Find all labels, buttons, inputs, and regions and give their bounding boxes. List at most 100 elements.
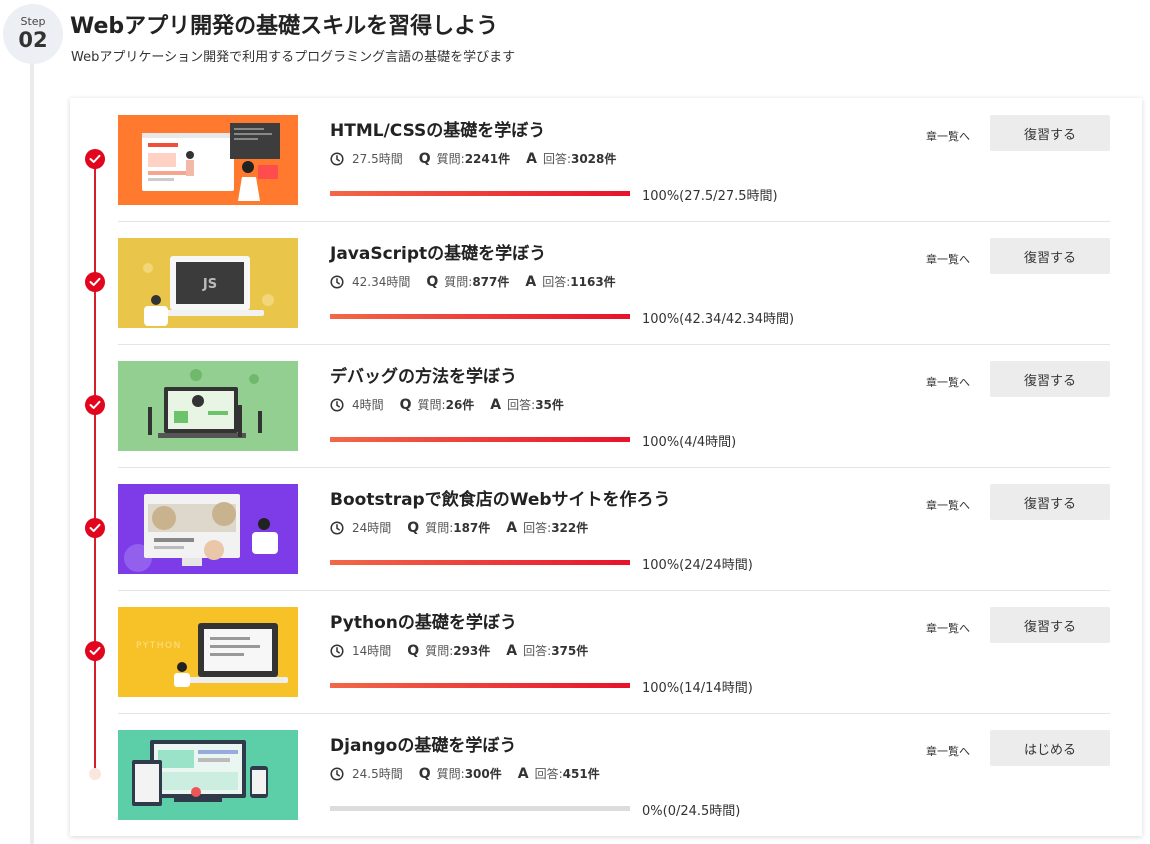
- course-thumbnail[interactable]: [118, 361, 298, 451]
- answers-label: 回答:: [542, 152, 571, 166]
- progress-bar: [330, 437, 630, 442]
- step-rail: [30, 60, 34, 844]
- timeline-line: [94, 160, 96, 774]
- step-badge: Step 02: [3, 4, 63, 64]
- course-hours: 24.5時間: [352, 767, 403, 781]
- questions-label: 質問:: [436, 767, 465, 781]
- review-button[interactable]: 復習する: [990, 115, 1110, 151]
- check-circle-icon: [85, 641, 105, 661]
- course-meta: 27.5時間 Q 質問: 2241件 A 回答: 3028件: [330, 150, 632, 167]
- questions-label: 質問:: [425, 521, 454, 535]
- step-title: Webアプリ開発の基礎スキルを習得しよう: [70, 14, 499, 39]
- js-thumb-label: JS: [202, 277, 217, 292]
- course-hours: 27.5時間: [352, 152, 403, 166]
- course-title[interactable]: JavaScriptの基礎を学ぼう: [330, 239, 546, 264]
- answer-icon: A: [506, 642, 518, 659]
- answer-icon: A: [526, 150, 537, 167]
- course-thumbnail[interactable]: [118, 730, 298, 820]
- review-button[interactable]: 復習する: [990, 607, 1110, 643]
- progress-text: 100%(24/24時間): [642, 558, 753, 573]
- python-thumb-label: PYTHON: [136, 641, 182, 651]
- clock-icon: [330, 397, 344, 412]
- course-meta: 42.34時間 Q 質問: 877件 A 回答: 1163件: [330, 273, 632, 290]
- progress-text: 100%(27.5/27.5時間): [642, 189, 778, 204]
- progress-bar: [330, 191, 630, 196]
- check-circle-icon: [85, 149, 105, 169]
- answers-count: 322件: [551, 521, 589, 535]
- chapter-list-link[interactable]: 章一覧へ: [926, 251, 970, 267]
- review-button[interactable]: 復習する: [990, 361, 1110, 397]
- progress-fill: [330, 560, 630, 565]
- course-title[interactable]: デバッグの方法を学ぼう: [330, 362, 517, 387]
- course-title[interactable]: Pythonの基礎を学ぼう: [330, 608, 517, 633]
- answers-count: 3028件: [570, 152, 617, 166]
- question-icon: Q: [399, 396, 412, 413]
- course-meta: 14時間 Q 質問: 293件 A 回答: 375件: [330, 642, 604, 659]
- course-thumbnail[interactable]: PYTHON: [118, 607, 298, 697]
- chapter-list-link[interactable]: 章一覧へ: [926, 497, 970, 513]
- course-row: PYTHON Pythonの基礎を学ぼう 14時間 Q 質問: 293件 A 回…: [118, 590, 1110, 714]
- course-hours: 42.34時間: [352, 275, 411, 289]
- review-button[interactable]: 復習する: [990, 238, 1110, 274]
- questions-count: 187件: [453, 521, 491, 535]
- questions-count: 877件: [472, 275, 510, 289]
- chapter-list-link[interactable]: 章一覧へ: [926, 620, 970, 636]
- questions-label: 質問:: [425, 644, 454, 658]
- check-circle-icon: [85, 272, 105, 292]
- clock-icon: [330, 766, 344, 781]
- chapter-list-link[interactable]: 章一覧へ: [926, 128, 970, 144]
- pending-dot-icon: [89, 768, 101, 780]
- question-icon: Q: [418, 765, 431, 782]
- question-icon: Q: [418, 150, 431, 167]
- answer-icon: A: [517, 765, 529, 782]
- answers-label: 回答:: [523, 644, 552, 658]
- progress-bar: [330, 806, 630, 811]
- questions-label: 質問:: [436, 152, 465, 166]
- answers-count: 1163件: [570, 275, 616, 289]
- course-hours: 24時間: [352, 521, 392, 535]
- answer-icon: A: [525, 273, 537, 290]
- question-icon: Q: [426, 273, 439, 290]
- check-circle-icon: [85, 518, 105, 538]
- progress-text: 100%(42.34/42.34時間): [642, 312, 795, 327]
- course-thumbnail[interactable]: [118, 115, 298, 205]
- progress-fill: [330, 437, 630, 442]
- step-label: Step: [20, 15, 46, 28]
- questions-count: 26件: [445, 398, 475, 412]
- course-row: HTML/CSSの基礎を学ぼう 27.5時間 Q 質問: 2241件 A 回答: 3…: [118, 98, 1110, 222]
- course-thumbnail[interactable]: JS: [118, 238, 298, 328]
- progress-text: 100%(14/14時間): [642, 681, 753, 696]
- course-title[interactable]: Bootstrapで飲食店のWebサイトを作ろう: [330, 485, 671, 510]
- chapter-list-link[interactable]: 章一覧へ: [926, 374, 970, 390]
- clock-icon: [330, 274, 344, 289]
- course-row: Bootstrapで飲食店のWebサイトを作ろう 24時間 Q 質問: 187件 …: [118, 467, 1110, 591]
- answers-label: 回答:: [507, 398, 536, 412]
- clock-icon: [330, 643, 344, 658]
- answers-count: 35件: [535, 398, 564, 412]
- answer-icon: A: [490, 396, 502, 413]
- chapter-list-link[interactable]: 章一覧へ: [926, 743, 970, 759]
- questions-label: 質問:: [444, 275, 473, 289]
- questions-count: 300件: [464, 767, 502, 781]
- course-row: Djangoの基礎を学ぼう 24.5時間 Q 質問: 300件 A 回答: 451件…: [118, 713, 1110, 836]
- progress-fill: [330, 314, 630, 319]
- step-number: 02: [18, 28, 48, 52]
- answers-label: 回答:: [542, 275, 571, 289]
- course-hours: 4時間: [352, 398, 384, 412]
- progress-bar: [330, 683, 630, 688]
- questions-count: 293件: [453, 644, 491, 658]
- course-meta: 24.5時間 Q 質問: 300件 A 回答: 451件: [330, 765, 616, 782]
- progress-fill: [330, 191, 630, 196]
- course-title[interactable]: HTML/CSSの基礎を学ぼう: [330, 116, 545, 141]
- progress-bar: [330, 314, 630, 319]
- review-button[interactable]: 復習する: [990, 484, 1110, 520]
- start-button[interactable]: はじめる: [990, 730, 1110, 766]
- question-icon: Q: [407, 642, 420, 659]
- step-description: Webアプリケーション開発で利用するプログラミング言語の基礎を学びます: [71, 50, 516, 65]
- course-thumbnail[interactable]: [118, 484, 298, 574]
- course-row: JS JavaScriptの基礎を学ぼう 42.34時間 Q 質問: 877件 A…: [118, 221, 1110, 345]
- progress-bar: [330, 560, 630, 565]
- progress-text: 0%(0/24.5時間): [642, 804, 741, 819]
- questions-label: 質問:: [417, 398, 446, 412]
- course-title[interactable]: Djangoの基礎を学ぼう: [330, 731, 516, 756]
